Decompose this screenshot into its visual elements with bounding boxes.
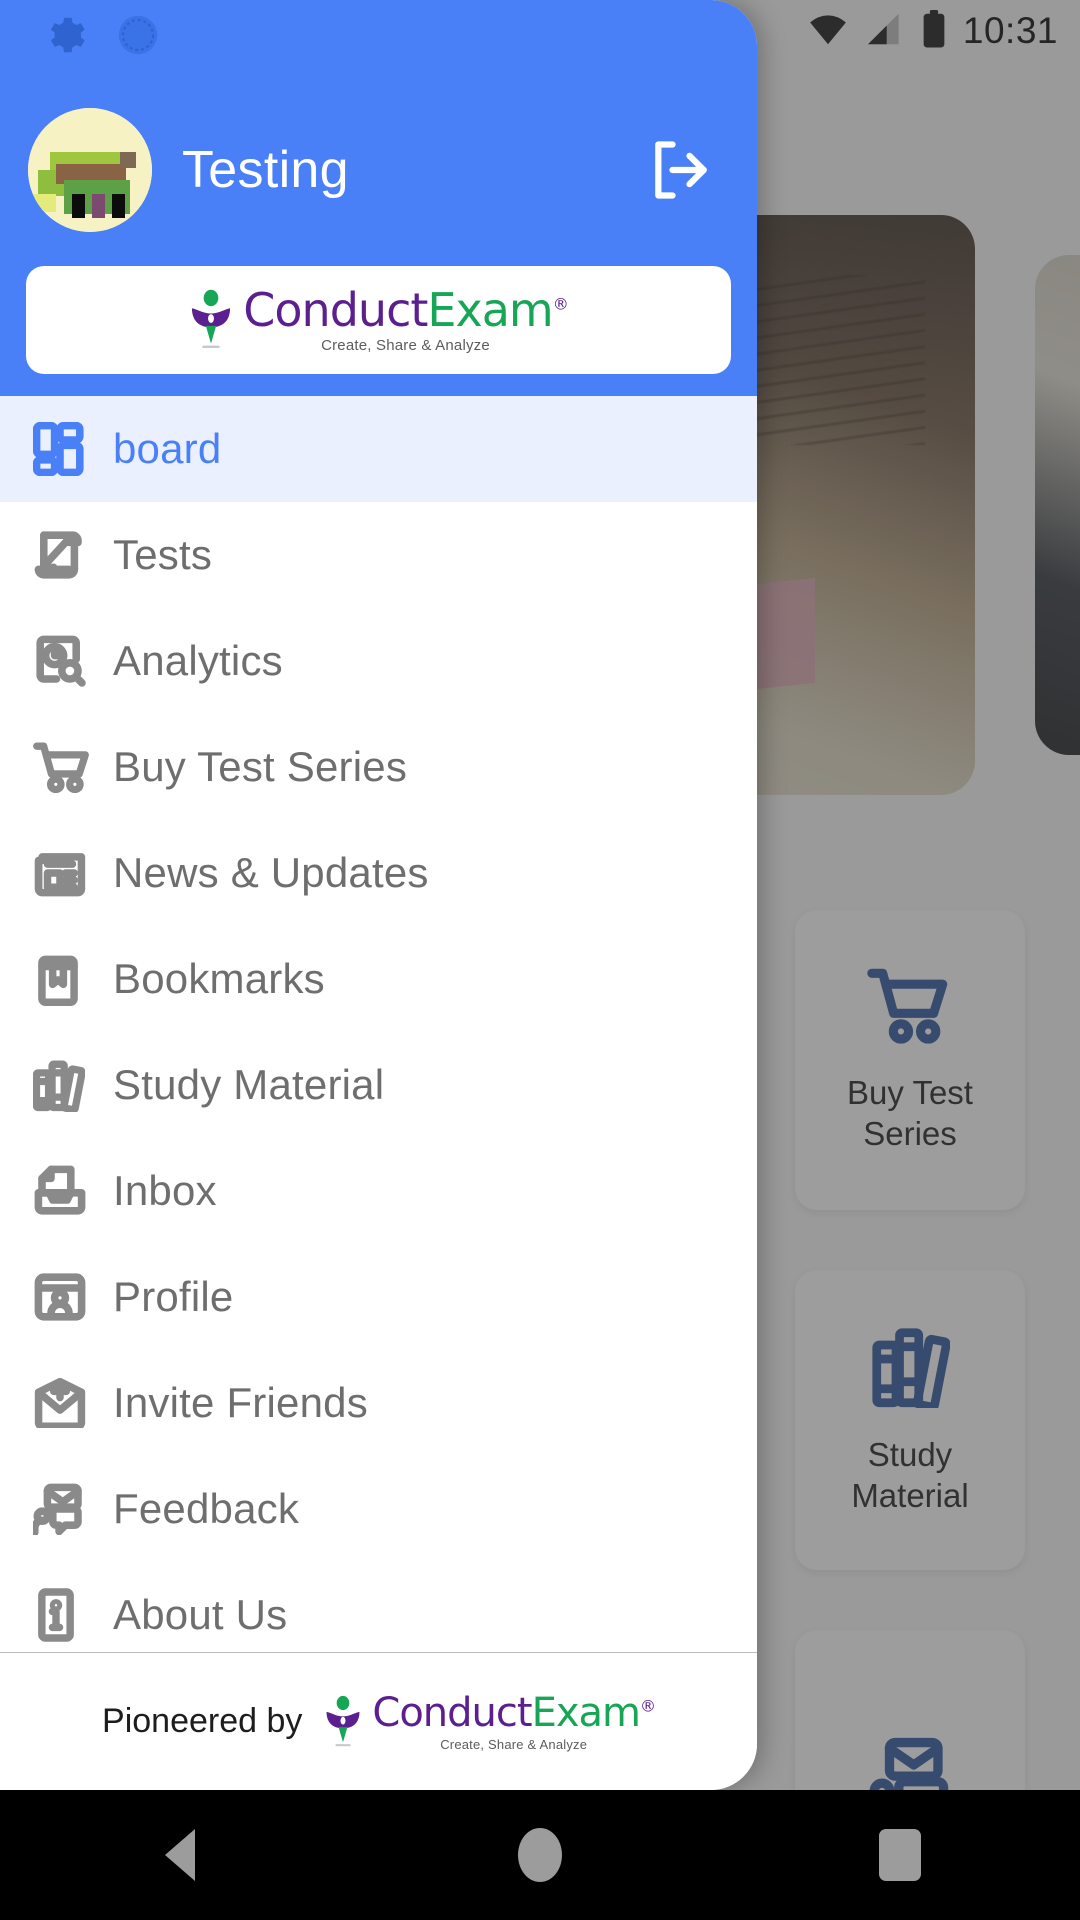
sidebar-item-label: Feedback: [113, 1485, 300, 1532]
cellular-signal-icon: [865, 12, 905, 51]
logo-word-exam: Exam: [531, 1689, 641, 1736]
user-profile-row[interactable]: Testing: [28, 108, 717, 232]
dashboard-icon: [33, 422, 113, 476]
recents-button[interactable]: [840, 1815, 960, 1895]
sidebar-item-buy-test-series[interactable]: Buy Test Series: [0, 714, 757, 820]
user-name: Testing: [182, 141, 349, 199]
sidebar-item-label: Profile: [113, 1273, 234, 1320]
status-bar-right-group: 10:31: [807, 9, 1058, 53]
analytics-icon: [33, 634, 113, 688]
shopping-cart-icon: [33, 741, 113, 793]
back-button[interactable]: [120, 1815, 240, 1895]
avatar[interactable]: [28, 108, 152, 232]
test-paper-icon: [33, 528, 113, 582]
conductexam-wordmark-footer: ConductExam® Create, Share & Analyze: [372, 1689, 656, 1752]
conductexam-logo: ConductExam® Create, Share & Analyze: [189, 287, 569, 354]
conductexam-mark-icon: [324, 1695, 362, 1749]
sidebar-item-board[interactable]: board: [0, 396, 757, 502]
status-bar-clock: 10:31: [962, 10, 1058, 51]
status-bar: 10:31: [0, 0, 1080, 62]
sidebar-item-label: Tests: [113, 531, 213, 578]
inbox-tray-icon: [33, 1165, 113, 1217]
logo-word-conduct: Conduct: [372, 1689, 532, 1736]
sidebar-item-label: Invite Friends: [113, 1379, 368, 1426]
envelope-plus-icon: [33, 1378, 113, 1428]
sidebar-item-label: Analytics: [113, 637, 283, 684]
sidebar-item-label: About Us: [113, 1591, 288, 1638]
sidebar-item-about-us[interactable]: About Us: [0, 1562, 757, 1652]
pioneered-by-label: Pioneered by: [102, 1702, 303, 1740]
registered-mark: ®: [639, 1696, 656, 1716]
drawer-menu-list: board Tests Analytics Buy Test Series Ne…: [0, 396, 757, 1652]
sidebar-item-news-updates[interactable]: News & Updates: [0, 820, 757, 926]
conductexam-wordmark: ConductExam® Create, Share & Analyze: [243, 287, 569, 354]
registered-mark: ®: [552, 294, 569, 314]
newspaper-icon: [33, 848, 113, 898]
profile-card-icon: [33, 1271, 113, 1323]
brand-logo-card: ConductExam® Create, Share & Analyze: [26, 266, 731, 374]
home-button[interactable]: [480, 1815, 600, 1895]
logo-word-conduct: Conduct: [243, 283, 428, 337]
sidebar-item-label: board: [113, 425, 222, 472]
sidebar-item-label: Bookmarks: [113, 955, 325, 1002]
wifi-icon: [807, 12, 849, 51]
conductexam-mark-icon: [189, 289, 233, 351]
sidebar-item-tests[interactable]: Tests: [0, 502, 757, 608]
sidebar-item-feedback[interactable]: Feedback: [0, 1456, 757, 1562]
bookmark-book-icon: [33, 952, 113, 1006]
sidebar-item-label: News & Updates: [113, 849, 429, 896]
sidebar-item-study-material[interactable]: Study Material: [0, 1032, 757, 1138]
sidebar-item-bookmarks[interactable]: Bookmarks: [0, 926, 757, 1032]
info-icon: [33, 1588, 113, 1642]
sidebar-item-invite-friends[interactable]: Invite Friends: [0, 1350, 757, 1456]
sidebar-item-profile[interactable]: Profile: [0, 1244, 757, 1350]
logo-word-exam: Exam: [427, 283, 553, 337]
sidebar-item-label: Inbox: [113, 1167, 217, 1214]
feedback-chat-icon: [33, 1483, 113, 1535]
logo-tagline: Create, Share & Analyze: [321, 337, 490, 354]
sidebar-item-label: Buy Test Series: [113, 743, 408, 790]
battery-icon: [921, 9, 947, 53]
sidebar-item-inbox[interactable]: Inbox: [0, 1138, 757, 1244]
conductexam-logo-footer: ConductExam® Create, Share & Analyze: [324, 1689, 656, 1752]
logo-tagline: Create, Share & Analyze: [440, 1736, 588, 1752]
drawer-footer: Pioneered by ConductExam® Create, Share …: [0, 1652, 757, 1790]
books-icon: [33, 1058, 113, 1112]
navigation-drawer: Testing ConductExam® Create, Share & Ana…: [0, 0, 757, 1790]
android-navigation-bar: [0, 1790, 1080, 1920]
sidebar-item-analytics[interactable]: Analytics: [0, 608, 757, 714]
sidebar-item-label: Study Material: [113, 1061, 385, 1108]
logout-icon[interactable]: [645, 134, 717, 206]
